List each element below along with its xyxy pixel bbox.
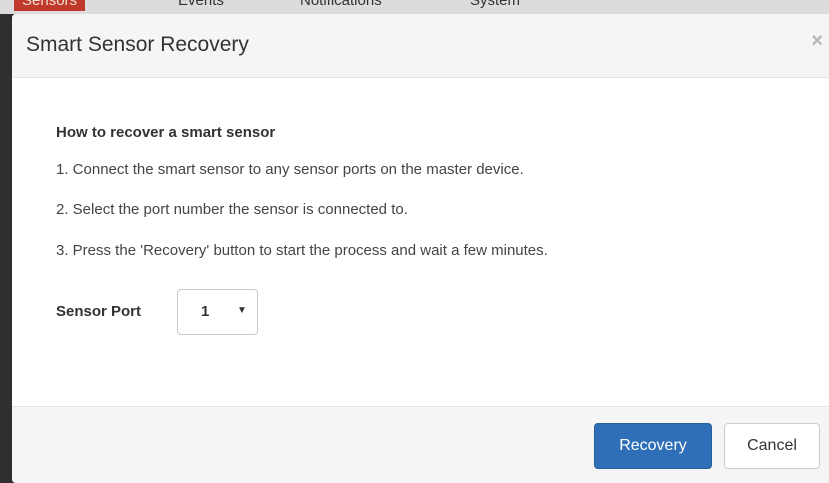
dialog-header: Smart Sensor Recovery × (12, 14, 829, 78)
nav-tab-events: Events (178, 0, 224, 9)
instructions-heading: How to recover a smart sensor (56, 124, 276, 141)
instruction-step-2: 2. Select the port number the sensor is … (56, 201, 408, 218)
recovery-dialog: Smart Sensor Recovery × How to recover a… (12, 14, 829, 483)
nav-tab-notifications: Notifications (300, 0, 382, 9)
dialog-body: How to recover a smart sensor 1. Connect… (12, 79, 829, 406)
sensor-port-select[interactable]: 1 ▼ (177, 289, 258, 335)
nav-tab-sensors: Sensors (14, 0, 86, 11)
recovery-button[interactable]: Recovery (594, 423, 712, 469)
dialog-footer: Recovery Cancel (12, 406, 829, 483)
dialog-title: Smart Sensor Recovery (26, 33, 249, 56)
sensor-port-label: Sensor Port (56, 303, 142, 320)
instruction-step-1: 1. Connect the smart sensor to any senso… (56, 161, 524, 178)
cancel-button[interactable]: Cancel (724, 423, 820, 469)
nav-tab-system: System (470, 0, 521, 9)
background-navbar: Sensors Events Notifications System (0, 0, 829, 14)
instruction-step-3: 3. Press the 'Recovery' button to start … (56, 242, 548, 259)
caret-down-icon: ▼ (237, 305, 247, 316)
close-icon[interactable]: × (811, 30, 823, 52)
sensor-port-value: 1 (201, 303, 210, 320)
